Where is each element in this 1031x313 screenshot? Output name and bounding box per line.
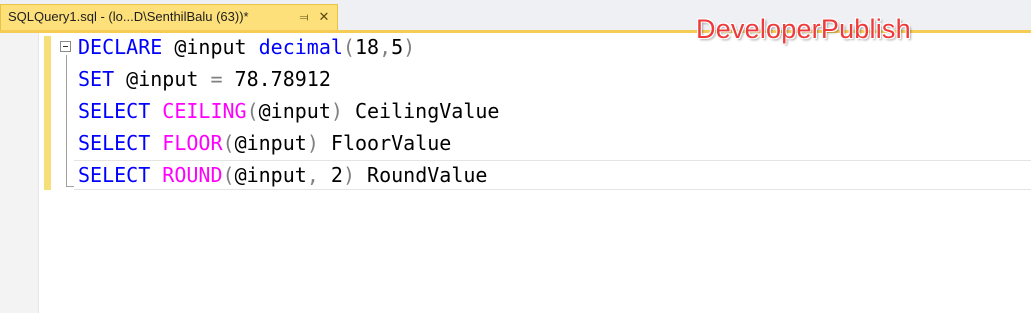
- code-token-keyword: SET: [78, 67, 115, 91]
- close-icon[interactable]: ✕: [317, 5, 331, 29]
- code-token-text: @input: [234, 163, 307, 187]
- code-text[interactable]: DECLARE @input decimal(18,5) SET @input =…: [78, 33, 499, 193]
- code-token-text: 78.78912: [222, 67, 331, 91]
- code-line[interactable]: SET @input = 78.78912: [78, 65, 499, 97]
- pin-icon[interactable]: ⫤: [297, 5, 311, 29]
- code-token-text: @input: [114, 67, 211, 91]
- code-token-punct: =: [210, 67, 223, 91]
- code-token-text: @input: [258, 99, 331, 123]
- code-line[interactable]: SELECT FLOOR(@input) FloorValue: [78, 129, 499, 161]
- outline-guide: [66, 55, 67, 187]
- query-document-tab[interactable]: SQLQuery1.sql - (lo...D\SenthilBalu (63)…: [0, 4, 338, 30]
- code-token-keyword: SELECT: [78, 131, 151, 155]
- code-line[interactable]: SELECT ROUND(@input, 2) RoundValue: [78, 161, 499, 193]
- code-token-text: 2: [318, 163, 343, 187]
- code-token-text: CeilingValue: [342, 99, 500, 123]
- code-token-function: CEILING: [162, 99, 247, 123]
- code-token-punct: ): [403, 35, 416, 59]
- code-token-punct: ): [306, 131, 319, 155]
- code-token-keyword: decimal: [258, 35, 343, 59]
- code-token-punct: (: [246, 99, 259, 123]
- code-token-function: FLOOR: [162, 131, 223, 155]
- code-token-keyword: SELECT: [78, 99, 151, 123]
- collapse-minus-icon[interactable]: [60, 41, 71, 52]
- outline-guide-end: [66, 186, 74, 187]
- code-token-text: @input: [162, 35, 259, 59]
- code-line[interactable]: SELECT CEILING(@input) CeilingValue: [78, 97, 499, 129]
- code-token-punct: ): [342, 163, 355, 187]
- watermark-logo: DeveloperPublish: [696, 14, 911, 44]
- code-token-punct: (: [222, 163, 235, 187]
- code-token-text: 5: [391, 35, 404, 59]
- code-token-function: ROUND: [162, 163, 223, 187]
- ssms-query-window: SQLQuery1.sql - (lo...D\SenthilBalu (63)…: [0, 0, 1031, 313]
- code-token-keyword: SELECT: [78, 163, 151, 187]
- code-token-text: 18: [354, 35, 380, 59]
- change-tracking-bar: [44, 36, 51, 190]
- code-line[interactable]: DECLARE @input decimal(18,5): [78, 33, 499, 65]
- code-token-punct: (: [342, 35, 355, 59]
- code-token-punct: (: [222, 131, 235, 155]
- code-token-punct: ,: [306, 163, 319, 187]
- sql-editor[interactable]: DECLARE @input decimal(18,5) SET @input =…: [0, 33, 1031, 313]
- code-token-text: RoundValue: [355, 163, 488, 187]
- tab-title: SQLQuery1.sql - (lo...D\SenthilBalu (63)…: [8, 9, 249, 24]
- editor-margin: [0, 33, 39, 313]
- code-token-text: @input: [234, 131, 307, 155]
- code-token-punct: ,: [379, 35, 392, 59]
- code-token-text: FloorValue: [318, 131, 452, 155]
- code-token-keyword: DECLARE: [78, 35, 163, 59]
- code-token-punct: ): [330, 99, 343, 123]
